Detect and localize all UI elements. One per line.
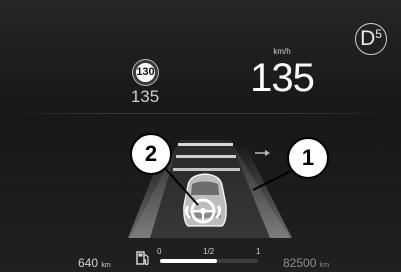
lane-arrow-icon — [255, 150, 270, 156]
callout-2: 2 — [130, 133, 172, 175]
range-value: 640 — [78, 256, 99, 270]
callout-1: 1 — [287, 137, 329, 179]
driving-scene — [128, 140, 294, 238]
distance-bar — [178, 143, 233, 146]
fuel-gauge — [160, 259, 258, 263]
instrument-cluster-display: D5 130 135 km/h 135 2 1 640 km 0 1/2 1 8… — [0, 0, 401, 272]
distance-bar — [176, 155, 236, 158]
fuel-half-label: 1/2 — [203, 247, 215, 256]
fuel-gauge-fill — [160, 259, 217, 263]
range-readout: 640 km — [78, 256, 111, 270]
odometer-value: 82500 — [283, 256, 317, 270]
odometer-unit: km — [319, 262, 330, 269]
fuel-pump-icon — [136, 251, 149, 266]
fuel-max-label: 1 — [256, 247, 261, 256]
distance-bar — [173, 168, 240, 171]
range-unit: km — [101, 262, 111, 269]
odometer-readout: 82500 km — [283, 256, 329, 270]
fuel-min-label: 0 — [157, 247, 162, 256]
